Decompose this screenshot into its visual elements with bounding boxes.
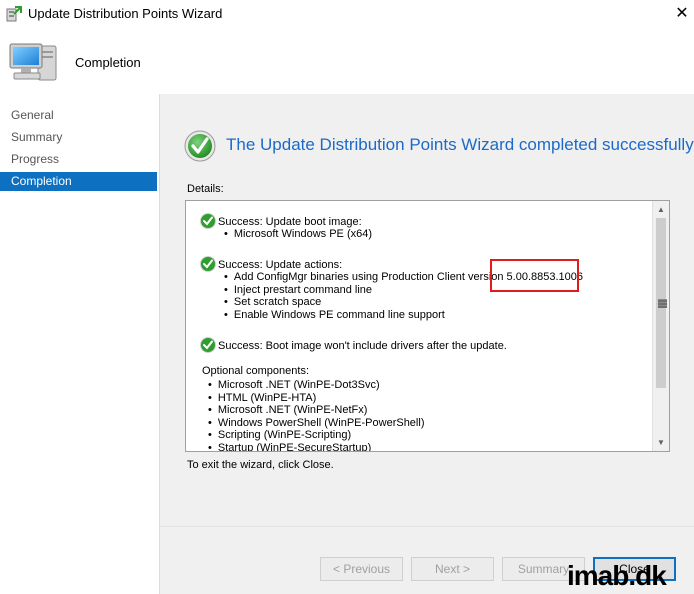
entry-title: Success: Update actions: (218, 259, 343, 271)
bullet-item: Enable Windows PE command line support (224, 309, 583, 322)
entry-bullets: Microsoft Windows PE (x64) (224, 228, 372, 241)
watermark-logo: imab.dk (567, 560, 667, 591)
next-button[interactable]: Next > (411, 557, 494, 581)
entry-title: Success: Update boot image: (218, 216, 362, 228)
wizard-header: Completion (0, 28, 694, 94)
window-close-icon[interactable]: ✕ (672, 4, 692, 24)
details-label: Details: (187, 183, 224, 195)
nav-item-summary[interactable]: Summary (0, 128, 157, 147)
details-content: Success: Update boot image: Microsoft Wi… (186, 201, 652, 451)
window-title: Update Distribution Points Wizard (28, 6, 223, 21)
details-textbox[interactable]: Success: Update boot image: Microsoft Wi… (185, 200, 670, 452)
success-small-icon (200, 256, 216, 272)
nav-item-progress[interactable]: Progress (0, 150, 157, 169)
success-small-icon (200, 337, 216, 353)
nav-item-general[interactable]: General (0, 106, 157, 125)
scroll-down-icon[interactable]: ▼ (653, 434, 669, 451)
bullet-item: Set scratch space (224, 296, 583, 309)
bullet-item: Microsoft Windows PE (x64) (224, 228, 372, 241)
wizard-app-icon (6, 6, 22, 22)
optional-components-list: Microsoft .NET (WinPE-Dot3Svc) HTML (Win… (208, 379, 425, 452)
wizard-content: The Update Distribution Points Wizard co… (160, 94, 694, 594)
optional-components-label: Optional components: (202, 365, 310, 377)
computer-icon (9, 43, 57, 81)
wizard-nav: General Summary Progress Completion (0, 94, 160, 594)
page-title: Completion (75, 55, 141, 70)
optional-item: Microsoft .NET (WinPE-Dot3Svc) (208, 379, 424, 392)
completion-headline: The Update Distribution Points Wizard co… (226, 135, 694, 154)
success-check-icon (184, 130, 216, 162)
success-small-icon (200, 213, 216, 229)
optional-item: Microsoft .NET (WinPE-NetFx) (208, 404, 424, 417)
optional-item: HTML (WinPE-HTA) (208, 392, 424, 405)
details-scrollbar[interactable]: ▲ ▬ ▬ ▬ ▼ (652, 201, 669, 451)
version-highlight-box (490, 259, 579, 292)
optional-item: Windows PowerShell (WinPE-PowerShell) (208, 417, 425, 430)
scroll-thumb[interactable]: ▬ ▬ ▬ (656, 218, 667, 388)
exit-instructions: To exit the wizard, click Close. (187, 459, 334, 471)
title-bar: Update Distribution Points Wizard ✕ (0, 0, 694, 28)
previous-button[interactable]: < Previous (320, 557, 403, 581)
scroll-grip-icon: ▬ ▬ ▬ (658, 294, 667, 310)
footer-divider (160, 526, 694, 527)
nav-item-completion[interactable]: Completion (0, 172, 157, 191)
entry-title: Success: Boot image won't include driver… (218, 340, 507, 352)
optional-item: Scripting (WinPE-Scripting) (208, 429, 424, 442)
optional-item: Startup (WinPE-SecureStartup) (208, 442, 424, 452)
scroll-up-icon[interactable]: ▲ (653, 201, 669, 218)
